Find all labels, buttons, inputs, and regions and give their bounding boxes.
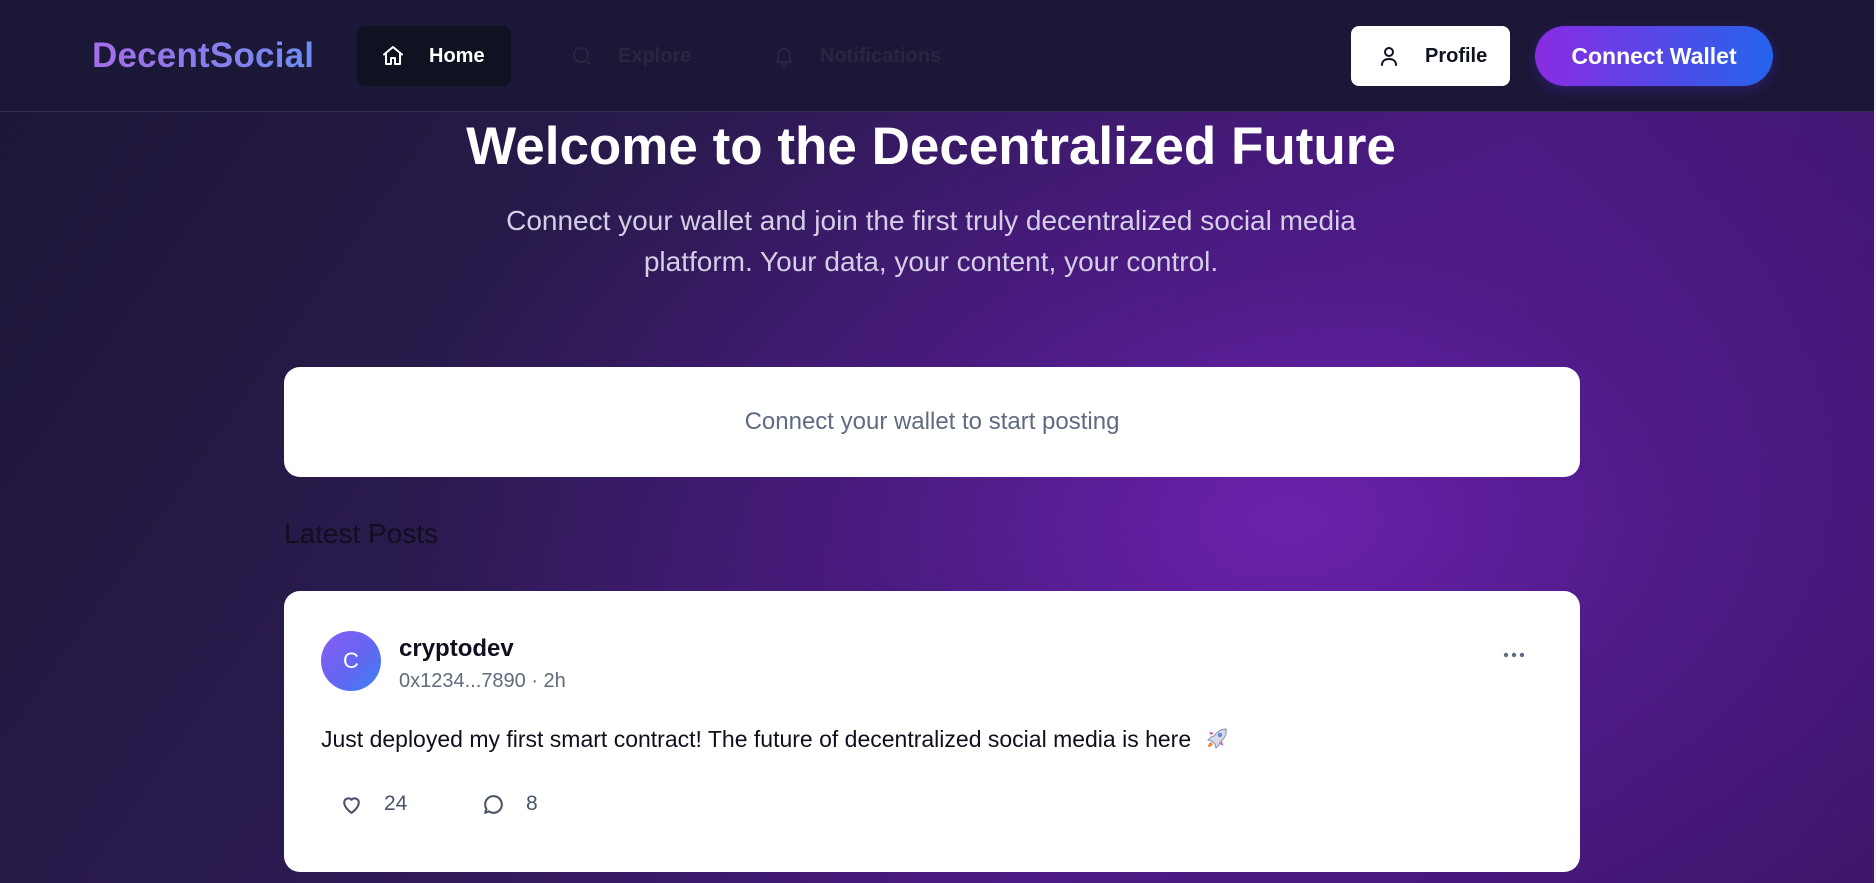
post-content: Just deployed my first smart contract! T… bbox=[321, 725, 1230, 757]
nav-notifications-label: Notifications bbox=[820, 44, 942, 67]
rocket-icon bbox=[1204, 725, 1230, 757]
profile-button[interactable]: Profile bbox=[1351, 26, 1510, 86]
nav-home[interactable]: Home bbox=[357, 26, 511, 86]
post-username[interactable]: cryptodev bbox=[399, 635, 514, 663]
comment-button[interactable]: 8 bbox=[481, 787, 538, 821]
avatar[interactable]: C bbox=[321, 631, 381, 691]
brand-logo[interactable]: DecentSocial bbox=[92, 36, 314, 76]
home-icon bbox=[381, 44, 405, 68]
latest-posts-heading: Latest Posts bbox=[284, 518, 439, 549]
comment-icon bbox=[481, 792, 506, 817]
more-horizontal-icon bbox=[1503, 652, 1525, 658]
nav-home-label: Home bbox=[429, 44, 485, 67]
more-options-button[interactable] bbox=[1499, 645, 1529, 665]
user-icon bbox=[1377, 44, 1401, 68]
like-count: 24 bbox=[384, 792, 408, 815]
connect-wallet-button[interactable]: Connect Wallet bbox=[1535, 26, 1773, 86]
hero-subtitle: Connect your wallet and join the first t… bbox=[431, 200, 1431, 282]
like-button[interactable]: 24 bbox=[339, 787, 407, 821]
post-card: C cryptodev 0x1234...7890 · 2h Just depl… bbox=[284, 591, 1580, 872]
top-navbar: DecentSocial Home Explore Notifications bbox=[0, 0, 1874, 112]
connect-wallet-prompt-card: Connect your wallet to start posting bbox=[284, 367, 1580, 477]
bell-icon bbox=[772, 44, 796, 68]
post-content-text: Just deployed my first smart contract! T… bbox=[321, 726, 1192, 753]
connect-wallet-prompt-text: Connect your wallet to start posting bbox=[744, 408, 1120, 435]
nav-explore[interactable]: Explore bbox=[570, 26, 691, 86]
connect-wallet-label: Connect Wallet bbox=[1571, 42, 1737, 69]
heart-icon bbox=[339, 792, 364, 817]
hero-subtitle-line1: Connect your wallet and join the first t… bbox=[506, 205, 1356, 236]
profile-button-label: Profile bbox=[1425, 44, 1488, 67]
comment-count: 8 bbox=[526, 792, 538, 815]
search-icon bbox=[570, 44, 594, 68]
nav-explore-label: Explore bbox=[618, 44, 692, 67]
post-meta: 0x1234...7890 · 2h bbox=[399, 670, 566, 692]
nav-notifications[interactable]: Notifications bbox=[772, 26, 941, 86]
hero-title: Welcome to the Decentralized Future bbox=[466, 117, 1396, 176]
hero-subtitle-line2: platform. Your data, your content, your … bbox=[643, 246, 1219, 277]
